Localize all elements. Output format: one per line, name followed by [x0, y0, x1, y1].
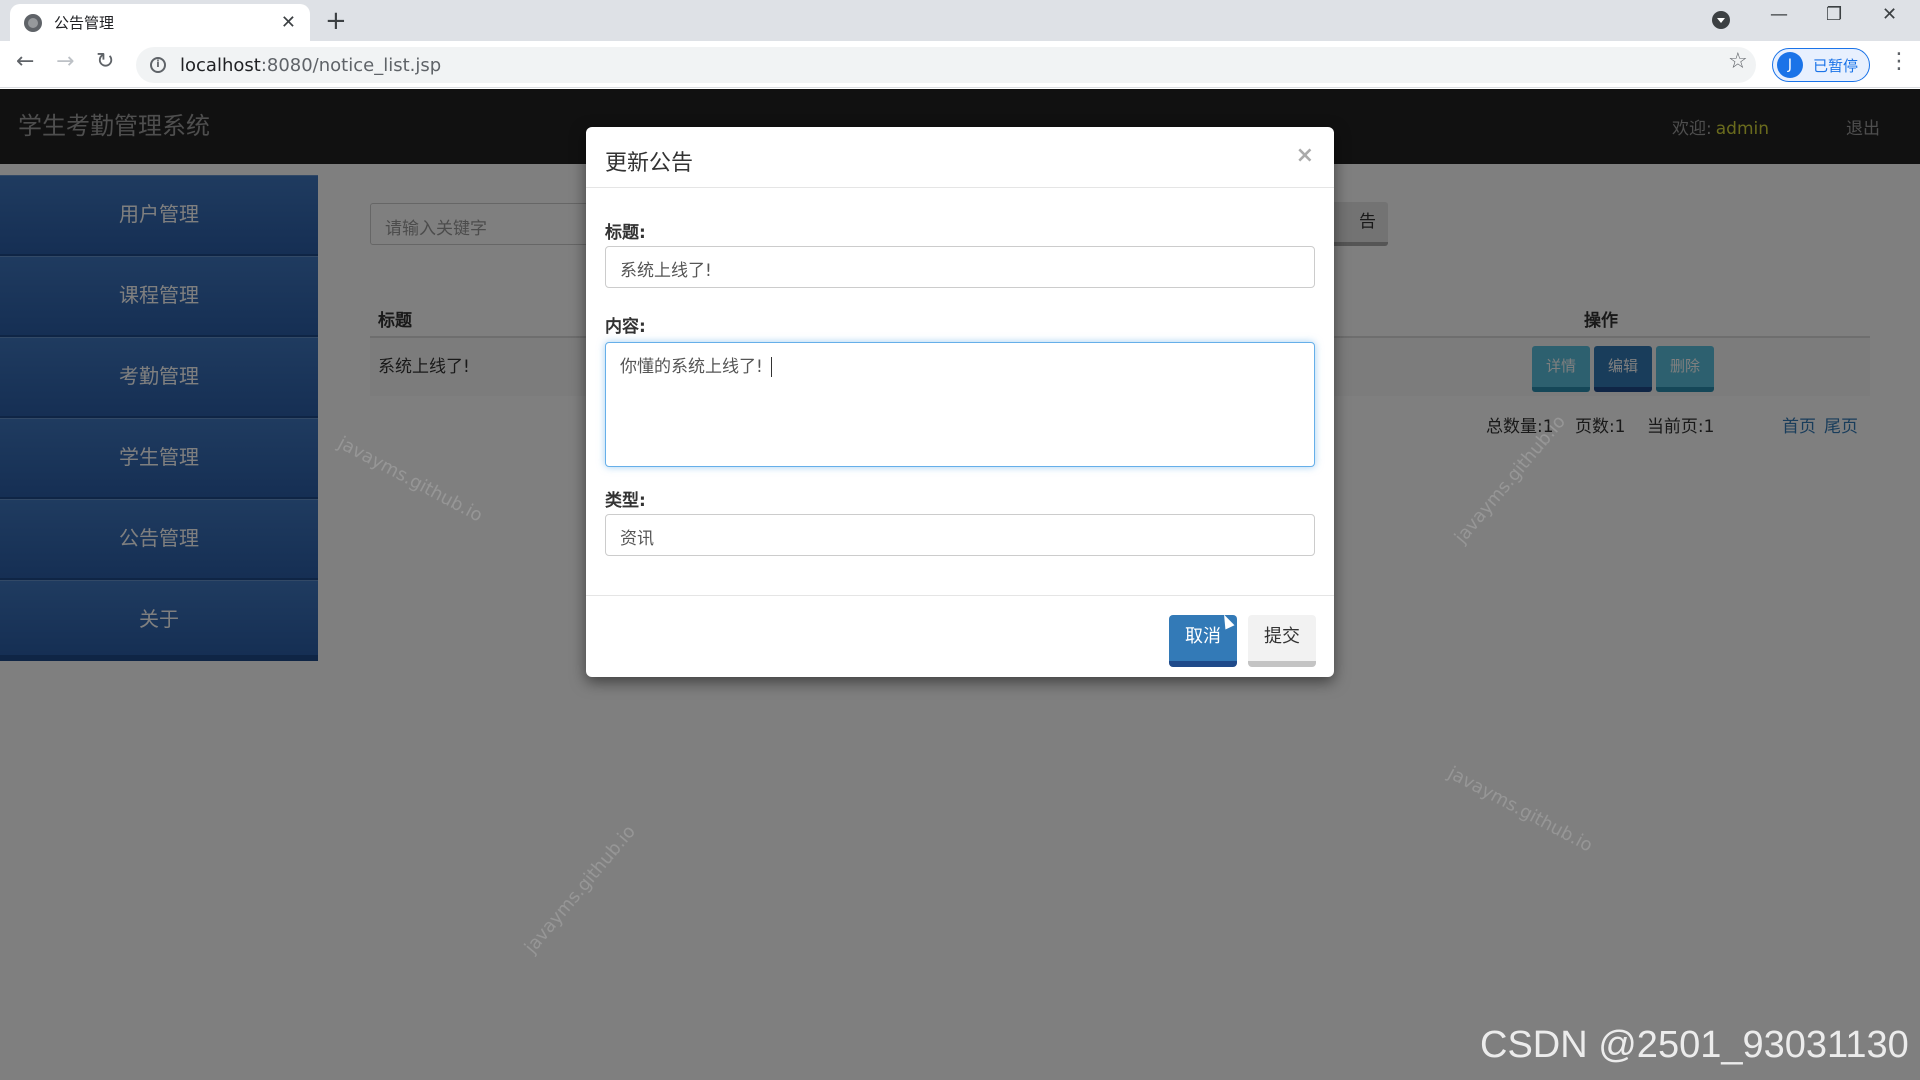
csdn-watermark: CSDN @2501_93031130 — [1480, 1024, 1909, 1066]
bookmark-star-icon[interactable]: ☆ — [1728, 49, 1748, 74]
type-label: 类型: — [605, 491, 646, 511]
content-label: 内容: — [605, 317, 646, 337]
minimize-icon[interactable]: — — [1770, 4, 1788, 25]
profile-label: 已暂停 — [1813, 56, 1859, 75]
dialog-title: 更新公告 — [605, 151, 694, 176]
browser-toolbar: ← → ↻ i localhost:8080/notice_list.jsp ☆… — [0, 41, 1920, 88]
url-path: :8080/notice_list.jsp — [260, 54, 442, 76]
tab-search-icon[interactable] — [1712, 11, 1730, 29]
browser-tabstrip: 公告管理 ✕ + — ❐ ✕ — [0, 0, 1920, 41]
avatar: J — [1777, 52, 1803, 78]
type-field[interactable]: 资讯 — [605, 514, 1315, 556]
forward-icon[interactable]: → — [56, 49, 74, 74]
tab-title: 公告管理 — [54, 14, 115, 32]
profile-button[interactable]: J 已暂停 — [1772, 48, 1870, 82]
dialog-footer: 取消 提交 — [586, 595, 1334, 677]
dialog-header: 更新公告 × — [586, 127, 1334, 188]
back-icon[interactable]: ← — [16, 49, 34, 74]
tab-close-icon[interactable]: ✕ — [281, 12, 296, 33]
address-bar[interactable]: i localhost:8080/notice_list.jsp — [136, 47, 1756, 83]
title-field[interactable]: 系统上线了! — [605, 246, 1315, 288]
url-host: localhost — [180, 54, 261, 76]
menu-icon[interactable]: ⋮ — [1888, 49, 1910, 74]
close-window-icon[interactable]: ✕ — [1882, 4, 1897, 25]
globe-icon — [24, 13, 42, 32]
close-icon[interactable]: × — [1296, 143, 1314, 168]
reload-icon[interactable]: ↻ — [96, 49, 114, 74]
restore-icon[interactable]: ❐ — [1826, 4, 1842, 25]
update-notice-dialog: 更新公告 × 标题: 系统上线了! 内容: 你懂的系统上线了! 类型: 资讯 取… — [586, 127, 1334, 677]
submit-button[interactable]: 提交 — [1248, 615, 1316, 667]
new-tab-icon[interactable]: + — [325, 6, 347, 36]
content-textarea[interactable]: 你懂的系统上线了! — [605, 342, 1315, 467]
title-label: 标题: — [605, 223, 646, 243]
page: 学生考勤管理系统 欢迎:admin 退出 用户管理 课程管理 考勤管理 学生管理… — [0, 89, 1920, 1080]
text-caret — [770, 357, 772, 377]
browser-tab[interactable]: 公告管理 ✕ — [10, 4, 310, 41]
content-text: 你懂的系统上线了! — [620, 357, 763, 377]
info-icon[interactable]: i — [150, 57, 166, 73]
